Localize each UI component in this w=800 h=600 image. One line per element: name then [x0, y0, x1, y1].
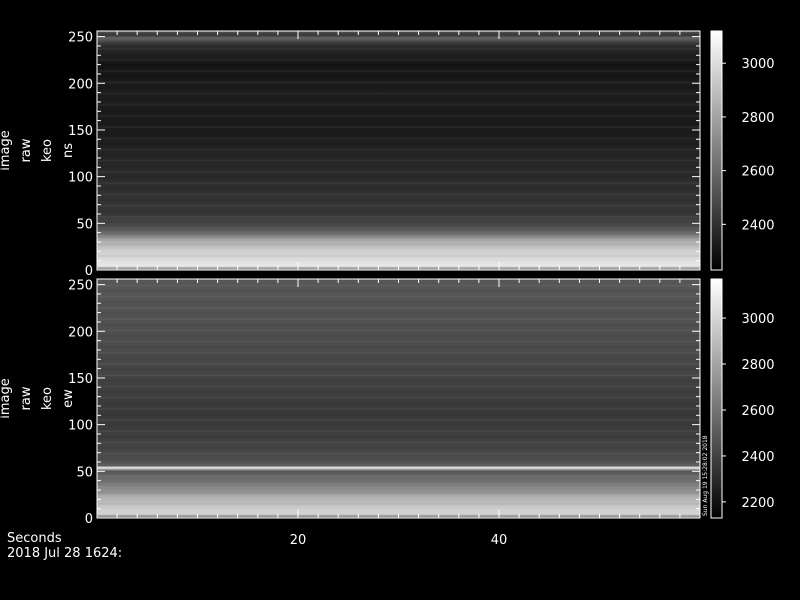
- colorbar-tick-label: 3000: [741, 57, 774, 72]
- y-axis-label: keo: [40, 387, 55, 410]
- y-axis-label: ew: [61, 389, 76, 408]
- y-tick-label: 100: [68, 171, 93, 186]
- colorbar-tick-label: 2800: [741, 111, 774, 126]
- keogram-figure: 050100150200250image raw keo ns240026002800…: [0, 30, 775, 548]
- credit-timestamp: Sun Aug 19 15:28:02 2018: [702, 435, 709, 516]
- x-axis-units-label: Seconds: [7, 531, 62, 546]
- y-axis-label: keo: [40, 139, 55, 162]
- y-tick-label: 0: [85, 512, 93, 527]
- y-axis-label: raw: [19, 138, 34, 162]
- y-tick-label: 200: [68, 325, 93, 340]
- colorbar-tick-label: 3000: [741, 312, 774, 327]
- colorbar-tick-label: 2400: [741, 218, 774, 233]
- y-tick-label: 0: [85, 264, 93, 279]
- y-tick-label: 50: [76, 465, 93, 480]
- date-time-label: 2018 Jul 28 1624:: [7, 546, 123, 561]
- y-tick-label: 100: [68, 419, 93, 434]
- y-tick-label: 150: [68, 124, 93, 139]
- y-axis-label: image: [0, 130, 13, 171]
- y-tick-label: 150: [68, 372, 93, 387]
- y-tick-label: 50: [76, 217, 93, 232]
- colorbar-tick-label: 2600: [741, 404, 774, 419]
- y-tick-label: 200: [68, 77, 93, 92]
- y-tick-label: 250: [68, 31, 93, 46]
- y-axis-label: ns: [61, 143, 76, 158]
- colorbar: [710, 278, 723, 519]
- x-tick-label: 40: [491, 533, 508, 548]
- colorbar-tick-label: 2400: [741, 450, 774, 465]
- y-axis-label: raw: [19, 386, 34, 410]
- x-tick-label: 20: [290, 533, 307, 548]
- colorbar-tick-label: 2200: [741, 496, 774, 511]
- colorbar-tick-label: 2600: [741, 165, 774, 180]
- y-tick-label: 250: [68, 279, 93, 294]
- colorbar: [710, 30, 723, 271]
- y-axis-label: image: [0, 378, 13, 419]
- colorbar-tick-label: 2800: [741, 358, 774, 373]
